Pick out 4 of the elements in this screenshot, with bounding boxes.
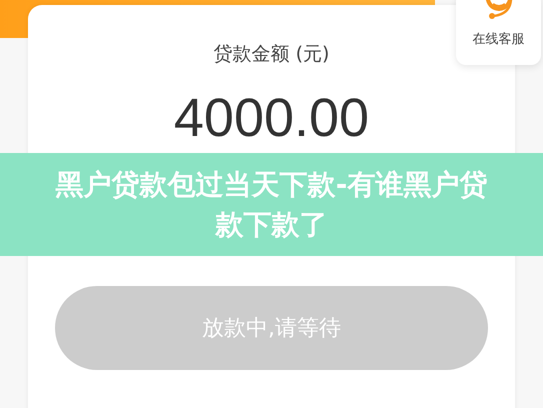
- loan-amount: 4000.00: [174, 87, 370, 149]
- customer-service-button[interactable]: 在线客服: [456, 0, 541, 65]
- banner-title: 黑户贷款包过当天下款-有谁黑户贷款下款了: [54, 166, 488, 242]
- loan-amount-label: 贷款金额 (元): [214, 42, 330, 67]
